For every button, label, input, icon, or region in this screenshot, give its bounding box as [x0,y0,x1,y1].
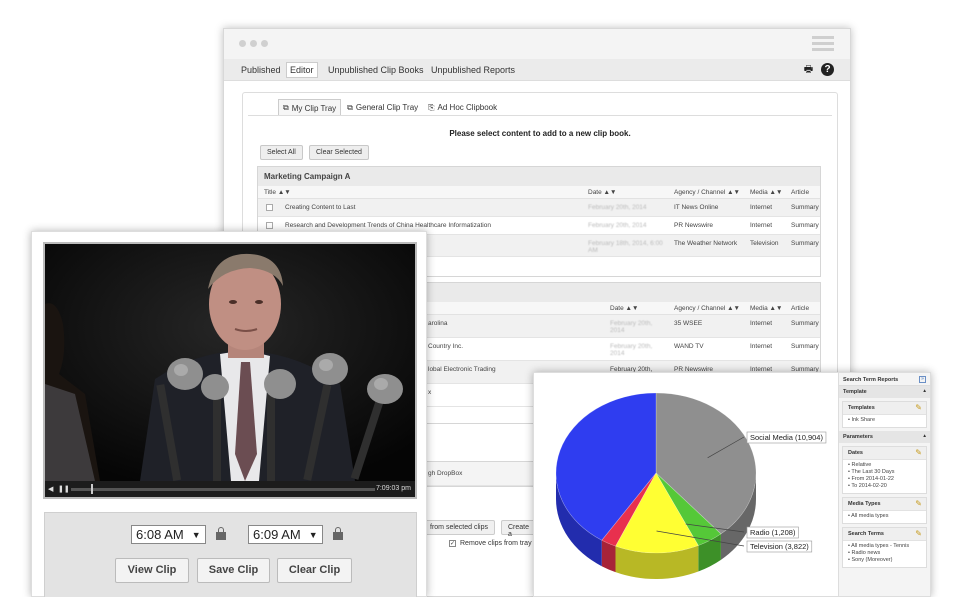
start-time-select[interactable]: 6:08 AM ▼ [131,525,206,544]
lock-icon[interactable] [333,527,343,541]
col-date[interactable]: Date ▲▼ [588,189,616,196]
view-clip-button[interactable]: View Clip [115,558,189,583]
media-types-card: Media Types✎ All media types [842,497,927,524]
nav-unpublished-clip-books[interactable]: Unpublished Clip Books [325,63,427,77]
row-checkbox[interactable] [266,204,273,211]
pencil-icon[interactable]: ✎ [915,403,922,412]
clear-clip-button[interactable]: Clear Clip [277,558,352,583]
nav-unpublished-reports[interactable]: Unpublished Reports [428,63,518,77]
lock-icon[interactable] [216,527,226,541]
tab-ad-hoc-clipbook[interactable]: ⎘ Ad Hoc Clipbook [424,99,501,116]
main-nav: Published Editor Unpublished Clip Books … [224,59,850,81]
caret-up-icon: ▴ [923,433,926,439]
col-article: Article [791,189,810,196]
create-from-selected-button[interactable]: from selected clips [423,520,495,535]
help-icon[interactable]: ? [821,63,834,76]
template-section[interactable]: Template ▴ [839,386,930,398]
pencil-icon[interactable]: ✎ [915,529,922,538]
window-dots [239,40,268,47]
col-media[interactable]: Media ▲▼ [750,189,782,196]
video-controls: ◀ ❚❚ 7:09:03 pm [45,481,415,497]
col-media[interactable]: Media ▲▼ [750,305,782,312]
seek-handle[interactable] [91,484,93,494]
dates-card: Dates✎ Relative The Last 30 Days From 20… [842,446,927,494]
slice-label: Radio (1,208) [750,528,796,537]
remove-clips-option[interactable]: ✓ Remove clips from tray wh [449,540,542,547]
dropdown-arrow-icon: ▼ [191,529,201,540]
nav-editor[interactable]: Editor [286,62,318,78]
window-chrome [224,29,850,59]
tab-my-clip-tray[interactable]: ⧉ My Clip Tray [278,99,342,116]
end-time-select[interactable]: 6:09 AM ▼ [248,525,323,544]
clear-selected-button[interactable]: Clear Selected [309,145,369,160]
select-all-button[interactable]: Select All [260,145,303,160]
parameters-section[interactable]: Parameters ▴ [839,431,930,443]
templates-card: Templates✎ Ink Share [842,401,927,428]
table-header: Title ▲▼ Date ▲▼ Agency / Channel ▲▼ Med… [258,186,820,199]
seek-bar[interactable] [71,484,375,494]
pie-chart: Social Media (10,904) Radio (1,208) Televi… [555,392,827,579]
pause-icon[interactable]: ❚❚ [58,485,70,493]
slice-label: Television (3,822) [750,542,809,551]
search-term-report-window: Social Media (10,904) Radio (1,208) Televi… [533,372,931,597]
clip-controls: 6:08 AM ▼ 6:09 AM ▼ View Clip Save Clip Cl… [44,512,417,597]
section-title: Marketing Campaign A [258,167,820,186]
volume-icon[interactable]: ◀ [48,485,53,493]
print-icon[interactable]: 🖶 [802,63,815,76]
video-player[interactable]: ◀ ❚❚ 7:09:03 pm [43,242,417,499]
col-agency[interactable]: Agency / Channel ▲▼ [674,189,740,196]
col-agency[interactable]: Agency / Channel ▲▼ [674,305,740,312]
slice-label: Social Media (10,904) [750,433,823,442]
remove-clips-checkbox[interactable]: ✓ [449,540,456,547]
tray-icon: ⧉ [347,102,353,112]
search-terms-card: Search Terms✎ All media types - Tennis R… [842,527,927,568]
video-frame-image [45,244,415,481]
instruction-text: Please select content to add to a new cl… [449,129,631,138]
table-row[interactable]: Creating Content to Last February 20th, … [258,199,820,217]
tray-icon: ⧉ [283,103,289,112]
pencil-icon[interactable]: ✎ [915,448,922,457]
collapse-icon[interactable]: » [919,376,926,383]
save-clip-button[interactable]: Save Clip [197,558,270,583]
clipbook-icon: ⎘ [428,102,435,112]
row-checkbox[interactable] [266,222,273,229]
sidebar-title: Search Term Reports » [839,373,930,386]
dropdown-arrow-icon: ▼ [308,529,318,540]
tab-general-clip-tray[interactable]: ⧉ General Clip Tray [343,99,422,116]
pencil-icon[interactable]: ✎ [915,499,922,508]
tray-tabs: ⧉ My Clip Tray ⧉ General Clip Tray ⎘ Ad Hoc… [278,99,501,116]
col-date[interactable]: Date ▲▼ [610,305,638,312]
caret-up-icon: ▴ [923,388,926,394]
menu-icon[interactable] [812,36,834,52]
nav-published[interactable]: Published [238,63,284,77]
col-title[interactable]: Title ▲▼ [264,189,291,196]
col-article: Article [791,305,810,312]
video-timestamp: 7:09:03 pm [375,485,411,492]
report-sidebar: Search Term Reports » Template ▴ Template… [838,373,930,596]
video-clip-window: ◀ ❚❚ 7:09:03 pm 6:08 AM ▼ 6:09 AM ▼ View C… [31,231,427,597]
